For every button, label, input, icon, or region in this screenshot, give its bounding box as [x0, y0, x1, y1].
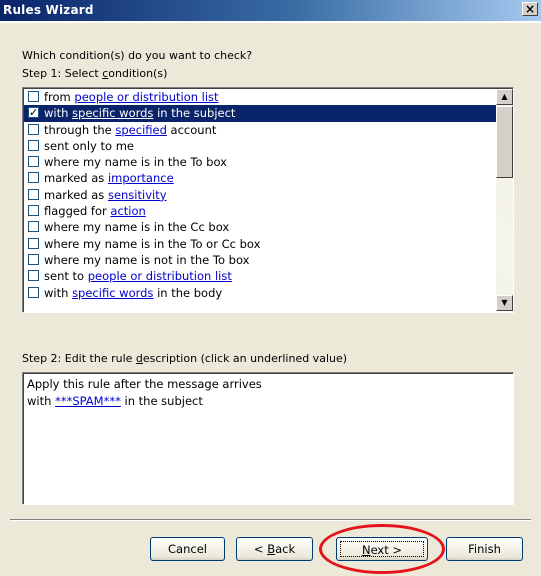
window-title: Rules Wizard — [3, 3, 94, 17]
conditions-list: from people or distribution listwith spe… — [24, 89, 496, 301]
condition-item[interactable]: flagged for action — [24, 203, 496, 219]
step2-label: Step 2: Edit the rule description (click… — [22, 352, 348, 365]
condition-checkbox[interactable] — [28, 286, 39, 298]
condition-item[interactable]: sent to people or distribution list — [24, 268, 496, 284]
condition-item[interactable]: where my name is not in the To box — [24, 252, 496, 268]
condition-checkbox[interactable] — [28, 205, 39, 217]
condition-item[interactable]: with specific words in the subject — [24, 105, 496, 122]
next-button-focus-rect: Next > — [340, 541, 424, 557]
condition-link[interactable]: specific words — [72, 106, 153, 120]
condition-text: where my name is in the Cc box — [44, 220, 230, 235]
condition-checkbox[interactable] — [28, 123, 39, 135]
condition-link[interactable]: action — [110, 204, 145, 218]
condition-checkbox[interactable] — [28, 237, 39, 249]
scroll-up-button[interactable]: ▲ — [496, 89, 513, 105]
scroll-down-arrow-icon: ▼ — [501, 298, 508, 307]
condition-text: sent to — [44, 269, 88, 284]
condition-link[interactable]: people or distribution list — [74, 90, 218, 104]
close-button[interactable]: × — [522, 2, 538, 16]
condition-text: with — [44, 285, 73, 300]
cancel-button[interactable]: Cancel — [150, 537, 225, 561]
condition-question: Which condition(s) do you want to check? — [22, 49, 253, 62]
button-separator — [10, 519, 531, 521]
condition-text: through the — [44, 122, 116, 137]
condition-link[interactable]: specified — [115, 123, 167, 137]
condition-text: marked as — [44, 187, 108, 202]
condition-link[interactable]: sensitivity — [108, 188, 167, 202]
condition-text: with — [44, 106, 73, 121]
condition-text: sent only to me — [44, 138, 134, 153]
scroll-down-button[interactable]: ▼ — [496, 295, 513, 311]
condition-item[interactable]: through the specified account — [24, 122, 496, 138]
condition-item[interactable]: marked as importance — [24, 170, 496, 186]
condition-text: where my name is in the To or Cc box — [44, 236, 261, 251]
description-line-2: with ***SPAM*** in the subject — [27, 394, 203, 408]
rule-description-box: Apply this rule after the message arrive… — [22, 372, 514, 505]
condition-text-suffix: account — [166, 122, 217, 137]
condition-item[interactable]: with specific words in the body — [24, 285, 496, 301]
next-button[interactable]: Next > — [336, 537, 428, 561]
condition-checkbox[interactable] — [28, 270, 39, 282]
back-button[interactable]: < Back — [236, 537, 313, 561]
condition-checkbox[interactable] — [28, 253, 39, 265]
condition-link[interactable]: specific words — [72, 286, 153, 300]
finish-button[interactable]: Finish — [446, 537, 523, 561]
condition-item[interactable]: from people or distribution list — [24, 89, 496, 105]
condition-text: where my name is in the To box — [44, 155, 227, 170]
scroll-up-arrow-icon: ▲ — [501, 92, 508, 101]
conditions-listbox[interactable]: from people or distribution listwith spe… — [22, 87, 514, 313]
condition-text: from — [44, 90, 75, 104]
condition-item[interactable]: marked as sensitivity — [24, 187, 496, 203]
condition-text: marked as — [44, 171, 108, 186]
condition-text-suffix: in the body — [153, 285, 223, 300]
condition-checkbox[interactable] — [28, 139, 39, 151]
condition-checkbox[interactable] — [28, 156, 39, 168]
condition-checkbox[interactable] — [28, 221, 39, 233]
condition-item[interactable]: where my name is in the Cc box — [24, 219, 496, 235]
condition-checkbox[interactable] — [28, 91, 39, 102]
spam-words-link[interactable]: ***SPAM*** — [55, 394, 121, 408]
condition-link[interactable]: people or distribution list — [88, 269, 232, 283]
condition-text: where my name is not in the To box — [44, 252, 250, 267]
condition-checkbox[interactable] — [28, 188, 39, 200]
conditions-scrollbar[interactable]: ▲ ▼ — [496, 89, 513, 311]
condition-item[interactable]: sent only to me — [24, 138, 496, 154]
condition-item[interactable]: where my name is in the To or Cc box — [24, 236, 496, 252]
condition-text: flagged for — [44, 204, 111, 219]
title-bar: Rules Wizard × — [0, 0, 541, 23]
condition-checkbox[interactable] — [28, 172, 39, 184]
condition-item[interactable]: where my name is in the To box — [24, 154, 496, 170]
condition-link[interactable]: importance — [108, 171, 174, 185]
condition-checkbox[interactable] — [28, 105, 39, 122]
scroll-thumb[interactable] — [496, 106, 513, 178]
condition-text-suffix: in the subject — [153, 106, 236, 121]
step1-label: Step 1: Select condition(s) — [22, 67, 168, 80]
description-line-1: Apply this rule after the message arrive… — [27, 377, 262, 391]
